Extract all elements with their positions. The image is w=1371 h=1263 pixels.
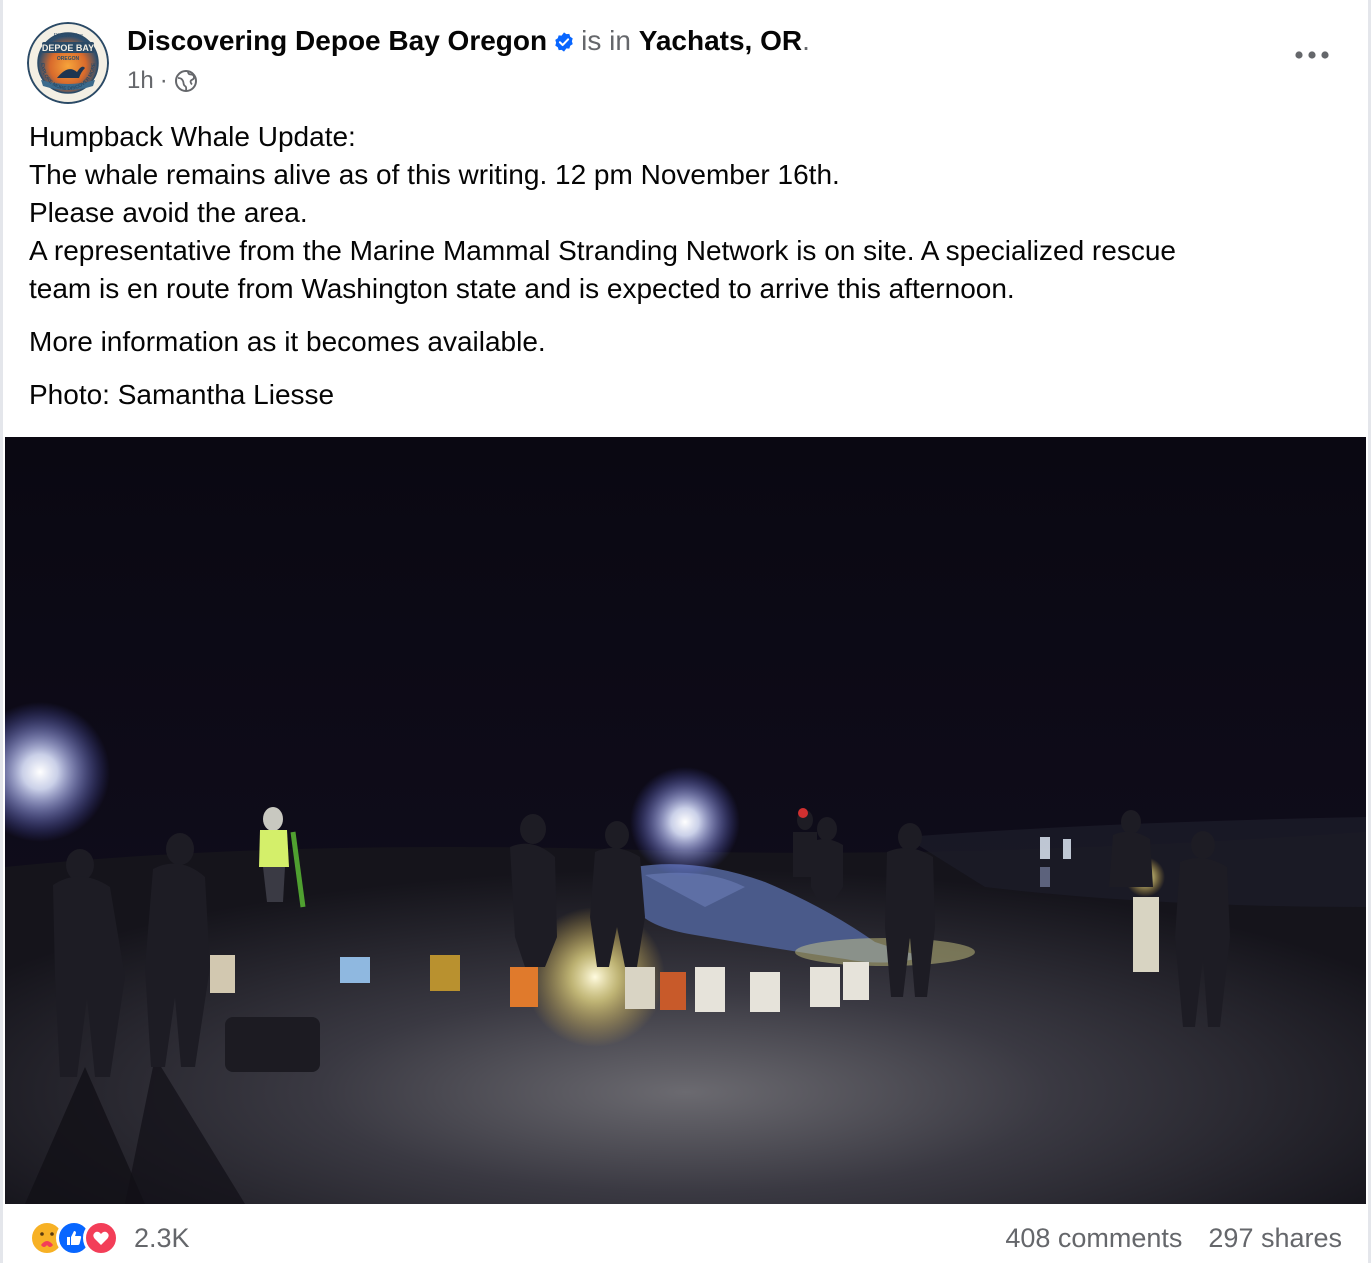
avatar-main-text: DEPOE BAY bbox=[42, 43, 94, 53]
reactions-summary[interactable]: 2.3K bbox=[29, 1220, 190, 1256]
avatar-logo: DEPOE BAY Discovering OREGON EXPLORE MOR… bbox=[27, 22, 109, 104]
post-line: Please avoid the area. bbox=[29, 197, 308, 228]
more-options-icon[interactable] bbox=[1290, 40, 1334, 70]
shares-count-link[interactable]: 297 shares bbox=[1208, 1223, 1342, 1254]
location-link[interactable]: Yachats, OR bbox=[639, 25, 802, 56]
location-suffix: . bbox=[802, 25, 810, 56]
reaction-count: 2.3K bbox=[134, 1222, 190, 1253]
post-line: team is en route from Washington state a… bbox=[29, 273, 1015, 304]
post-paragraph-more-info: More information as it becomes available… bbox=[29, 326, 546, 357]
post-paragraph-update: Humpback Whale Update: The whale remains… bbox=[29, 118, 1328, 308]
whale-rescue-night-scene bbox=[5, 437, 1366, 1204]
post-header: DEPOE BAY Discovering OREGON EXPLORE MOR… bbox=[27, 18, 1344, 108]
avatar-sub-text: OREGON bbox=[57, 56, 80, 62]
engagement-stats: 408 comments 297 shares bbox=[1005, 1223, 1342, 1254]
post-time[interactable]: 1h bbox=[127, 64, 154, 98]
post-meta: 1h · bbox=[127, 64, 198, 98]
avatar-top-text: Discovering bbox=[52, 33, 82, 39]
meta-separator: · bbox=[159, 67, 168, 94]
location-prefix: is in bbox=[581, 25, 631, 56]
facebook-post: DEPOE BAY Discovering OREGON EXPLORE MOR… bbox=[0, 0, 1371, 1263]
page-avatar[interactable]: DEPOE BAY Discovering OREGON EXPLORE MOR… bbox=[27, 22, 109, 104]
author-line: Discovering Depoe Bay Oregon is in Yachat… bbox=[127, 24, 810, 61]
comments-count-link[interactable]: 408 comments bbox=[1005, 1223, 1182, 1254]
post-line: Humpback Whale Update: bbox=[29, 121, 356, 152]
post-line: The whale remains alive as of this writi… bbox=[29, 159, 840, 190]
photo-credit: Photo: Samantha Liesse bbox=[29, 379, 335, 410]
verified-badge-icon bbox=[553, 27, 575, 61]
post-body: Humpback Whale Update: The whale remains… bbox=[29, 118, 1328, 429]
post-photo[interactable] bbox=[5, 437, 1366, 1204]
love-reaction-icon bbox=[83, 1220, 119, 1256]
post-line: A representative from the Marine Mammal … bbox=[29, 235, 1176, 266]
globe-icon bbox=[174, 69, 198, 93]
author-name[interactable]: Discovering Depoe Bay Oregon bbox=[127, 25, 547, 56]
post-footer: 2.3K 408 comments 297 shares bbox=[29, 1212, 1342, 1263]
